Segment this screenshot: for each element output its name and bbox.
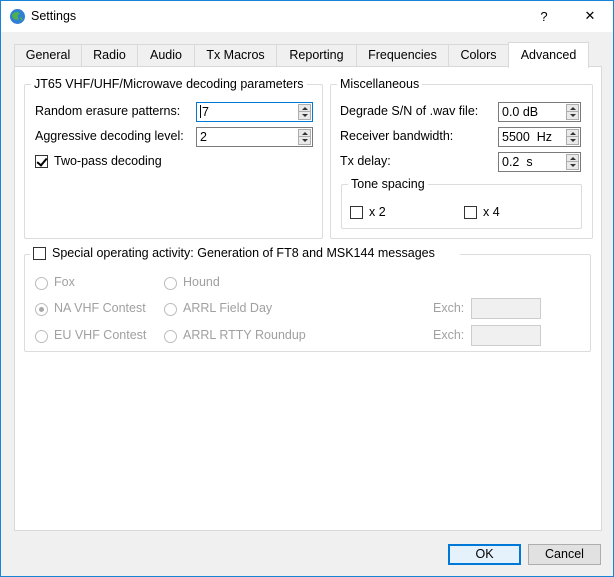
- random-erasure-stepper: [298, 104, 311, 120]
- x2-checkbox[interactable]: [350, 206, 363, 219]
- aggressive-spinbox[interactable]: 2: [196, 127, 313, 147]
- txdelay-spinbox[interactable]: 0.2 s: [498, 152, 581, 172]
- radio-hound-label: Hound: [183, 275, 220, 289]
- special-activity-header: Special operating activity: Generation o…: [30, 246, 460, 262]
- degrade-label: Degrade S/N of .wav file:: [340, 104, 479, 118]
- chevron-down-icon: [301, 139, 308, 142]
- tab-audio[interactable]: Audio: [137, 44, 195, 66]
- bandwidth-stepper: [566, 129, 579, 145]
- jt65-group-title: JT65 VHF/UHF/Microwave decoding paramete…: [31, 76, 307, 92]
- exch-input-1[interactable]: [471, 298, 541, 319]
- cancel-button[interactable]: Cancel: [528, 544, 601, 565]
- radio-arrl-rtty-label: ARRL RTTY Roundup: [183, 328, 306, 342]
- bandwidth-spinbox[interactable]: 5500 Hz: [498, 127, 581, 147]
- degrade-stepper: [566, 104, 579, 120]
- decrement-button[interactable]: [567, 137, 578, 144]
- txdelay-value: 0.2 s: [502, 155, 533, 169]
- radio-na-vhf[interactable]: [35, 303, 48, 316]
- jt65-group: JT65 VHF/UHF/Microwave decoding paramete…: [24, 76, 323, 239]
- radio-fox[interactable]: [35, 277, 48, 290]
- two-pass-checkbox[interactable]: [35, 155, 48, 168]
- close-button[interactable]: ✕: [567, 1, 613, 31]
- chevron-down-icon: [569, 139, 576, 142]
- decrement-button[interactable]: [299, 112, 310, 119]
- increment-button[interactable]: [299, 130, 310, 137]
- radio-eu-vhf[interactable]: [35, 330, 48, 343]
- radio-eu-vhf-label: EU VHF Contest: [54, 328, 147, 342]
- tab-general[interactable]: General: [14, 44, 82, 66]
- decrement-button[interactable]: [299, 137, 310, 144]
- random-erasure-label: Random erasure patterns:: [35, 104, 181, 118]
- tab-tx-macros[interactable]: Tx Macros: [194, 44, 277, 66]
- radio-arrl-field-day[interactable]: [164, 303, 177, 316]
- increment-button[interactable]: [567, 130, 578, 137]
- degrade-value: 0.0 dB: [502, 105, 539, 119]
- help-button[interactable]: ?: [521, 1, 567, 31]
- aggressive-label: Aggressive decoding level:: [35, 129, 184, 143]
- exch-label-2: Exch:: [433, 328, 465, 342]
- x2-label: x 2: [369, 205, 386, 219]
- bandwidth-value: 5500 Hz: [502, 130, 553, 144]
- chevron-up-icon: [569, 131, 576, 135]
- misc-group: Miscellaneous Degrade S/N of .wav file: …: [330, 76, 593, 239]
- bandwidth-label: Receiver bandwidth:: [340, 129, 454, 143]
- settings-dialog: Settings ? ✕ General Radio Audio Tx Macr…: [0, 0, 614, 577]
- radio-arrl-rtty[interactable]: [164, 330, 177, 343]
- radio-hound[interactable]: [164, 277, 177, 290]
- chevron-up-icon: [301, 106, 308, 110]
- text-caret: [200, 105, 201, 118]
- radio-fox-label: Fox: [54, 275, 75, 289]
- tone-spacing-title: Tone spacing: [348, 176, 428, 192]
- special-activity-title: Special operating activity: Generation o…: [52, 246, 435, 260]
- window-title: Settings: [31, 9, 77, 23]
- increment-button[interactable]: [567, 105, 578, 112]
- random-erasure-value: 7: [202, 105, 209, 119]
- decrement-button[interactable]: [567, 112, 578, 119]
- tab-colors[interactable]: Colors: [448, 44, 509, 66]
- increment-button[interactable]: [299, 105, 310, 112]
- ok-button[interactable]: OK: [448, 544, 521, 565]
- random-erasure-spinbox[interactable]: 7: [196, 102, 313, 122]
- chevron-up-icon: [569, 106, 576, 110]
- tab-reporting[interactable]: Reporting: [276, 44, 357, 66]
- x4-label: x 4: [483, 205, 500, 219]
- aggressive-stepper: [298, 129, 311, 145]
- chevron-down-icon: [569, 114, 576, 117]
- tab-radio[interactable]: Radio: [81, 44, 138, 66]
- txdelay-label: Tx delay:: [340, 154, 391, 168]
- radio-arrl-field-day-label: ARRL Field Day: [183, 301, 273, 315]
- exch-input-2[interactable]: [471, 325, 541, 346]
- misc-group-title: Miscellaneous: [337, 76, 423, 92]
- chevron-down-icon: [569, 164, 576, 167]
- radio-na-vhf-label: NA VHF Contest: [54, 301, 146, 315]
- chevron-up-icon: [301, 131, 308, 135]
- exch-label-1: Exch:: [433, 301, 465, 315]
- advanced-panel: JT65 VHF/UHF/Microwave decoding paramete…: [14, 66, 602, 531]
- two-pass-label: Two-pass decoding: [54, 154, 162, 168]
- title-bar: Settings ? ✕: [1, 1, 613, 32]
- degrade-spinbox[interactable]: 0.0 dB: [498, 102, 581, 122]
- txdelay-stepper: [566, 154, 579, 170]
- tone-spacing-group: Tone spacing x 2 x 4: [341, 176, 582, 229]
- app-icon: [10, 9, 25, 24]
- special-activity-group: Special operating activity: Generation o…: [24, 246, 591, 352]
- tab-advanced[interactable]: Advanced: [508, 42, 589, 68]
- special-activity-checkbox[interactable]: [33, 247, 46, 260]
- increment-button[interactable]: [567, 155, 578, 162]
- aggressive-value: 2: [200, 130, 207, 144]
- tab-frequencies[interactable]: Frequencies: [356, 44, 449, 66]
- x4-checkbox[interactable]: [464, 206, 477, 219]
- chevron-down-icon: [301, 114, 308, 117]
- decrement-button[interactable]: [567, 162, 578, 169]
- chevron-up-icon: [569, 156, 576, 160]
